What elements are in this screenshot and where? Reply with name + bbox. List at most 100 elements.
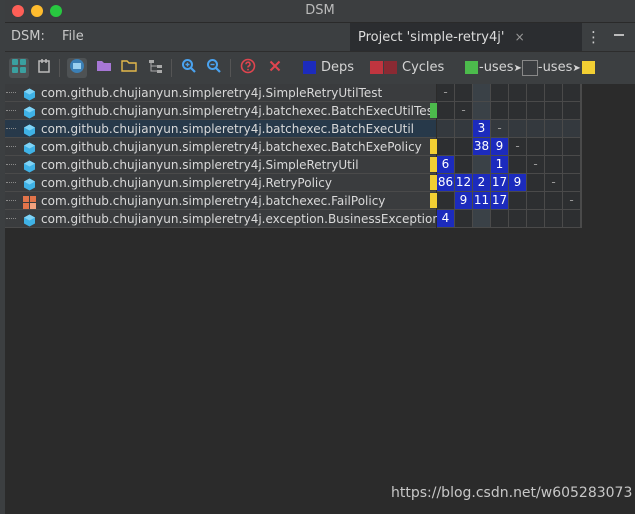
matrix-cell[interactable]: 86	[437, 174, 455, 192]
uses-marker	[430, 193, 437, 208]
matrix-cell[interactable]: 6	[437, 156, 455, 174]
matrix-cell[interactable]	[455, 210, 473, 228]
matrix-cell[interactable]	[563, 174, 581, 192]
matrix-cell[interactable]: 12	[455, 174, 473, 192]
dsm-window: DSM DSM: File '.../src/main/java/com/git…	[5, 0, 635, 514]
matrix-cell[interactable]	[563, 120, 581, 138]
hierarchy-icon[interactable]	[146, 58, 166, 78]
matrix-row[interactable]: com.github.chujianyun.simpleretry4j.batc…	[5, 138, 437, 156]
zoom-out-icon[interactable]	[204, 58, 224, 78]
expand-all-icon[interactable]	[9, 58, 29, 78]
matrix-cell[interactable]	[455, 156, 473, 174]
matrix-cell[interactable]	[527, 84, 545, 102]
matrix-row[interactable]: com.github.chujianyun.simpleretry4j.Simp…	[5, 84, 436, 102]
matrix-row[interactable]: com.github.chujianyun.simpleretry4j.batc…	[5, 102, 438, 120]
matrix-cell[interactable]	[509, 120, 527, 138]
matrix-cell[interactable]	[545, 192, 563, 210]
matrix-cell[interactable]: -	[437, 84, 455, 102]
matrix-cell[interactable]	[509, 210, 527, 228]
matrix-cell[interactable]	[509, 192, 527, 210]
matrix-cell[interactable]	[545, 156, 563, 174]
class-icon	[23, 158, 36, 173]
class-icon	[23, 122, 36, 137]
folder-purple-icon[interactable]	[94, 58, 114, 78]
matrix-cell[interactable]	[491, 102, 509, 120]
matrix-cell[interactable]	[455, 84, 473, 102]
matrix-cell[interactable]	[527, 120, 545, 138]
help-icon[interactable]	[238, 58, 258, 78]
matrix-cell[interactable]	[437, 192, 455, 210]
matrix-row-label: com.github.chujianyun.simpleretry4j.Simp…	[41, 158, 359, 172]
matrix-cell[interactable]	[473, 102, 491, 120]
matrix-row-label: com.github.chujianyun.simpleretry4j.Retr…	[41, 176, 332, 190]
title-bar: DSM	[5, 0, 635, 23]
matrix-cell[interactable]: 9	[491, 138, 509, 156]
enum-icon	[23, 194, 36, 209]
matrix-cell[interactable]: -	[491, 120, 509, 138]
matrix-cell[interactable]: 4	[437, 210, 455, 228]
tab-file[interactable]: File '.../src/main/java/com/github/chuji…	[54, 23, 344, 73]
matrix-cell[interactable]	[545, 84, 563, 102]
folder-icon[interactable]	[119, 58, 139, 78]
matrix-row[interactable]: com.github.chujianyun.simpleretry4j.batc…	[5, 192, 437, 210]
deps-label: Deps	[321, 60, 355, 75]
matrix-cell[interactable]	[437, 102, 455, 120]
more-options-icon[interactable]: ⋮	[586, 23, 601, 51]
matrix-row[interactable]: com.github.chujianyun.simpleretry4j.exce…	[5, 210, 440, 228]
matrix-cell[interactable]	[473, 210, 491, 228]
matrix-cell[interactable]	[437, 120, 455, 138]
matrix-cell[interactable]: 3	[473, 120, 491, 138]
matrix-row[interactable]: com.github.chujianyun.simpleretry4j.batc…	[5, 120, 436, 138]
matrix-cell[interactable]	[563, 102, 581, 120]
matrix-cell[interactable]: 17	[491, 174, 509, 192]
zoom-in-icon[interactable]	[179, 58, 199, 78]
close-icon[interactable]	[265, 58, 285, 78]
matrix-row-label: com.github.chujianyun.simpleretry4j.batc…	[41, 194, 386, 208]
matrix-cell[interactable]	[527, 102, 545, 120]
matrix-cell[interactable]: -	[545, 174, 563, 192]
matrix-cell[interactable]	[545, 102, 563, 120]
matrix-cell[interactable]	[563, 138, 581, 156]
tab-project[interactable]: Project 'simple-retry4j' ×	[350, 23, 582, 51]
matrix-row[interactable]: com.github.chujianyun.simpleretry4j.Simp…	[5, 156, 437, 174]
matrix-cell[interactable]: 17	[491, 192, 509, 210]
matrix-cell[interactable]	[473, 84, 491, 102]
matrix-cell[interactable]: 11	[473, 192, 491, 210]
matrix-cell[interactable]	[527, 138, 545, 156]
matrix-cell[interactable]: 9	[509, 174, 527, 192]
layout-icon[interactable]	[34, 58, 54, 78]
matrix-cell[interactable]	[527, 174, 545, 192]
matrix-cell[interactable]	[491, 210, 509, 228]
matrix-cell[interactable]	[491, 84, 509, 102]
matrix-cell[interactable]	[509, 84, 527, 102]
matrix-cell[interactable]	[563, 84, 581, 102]
matrix-cell[interactable]	[509, 102, 527, 120]
matrix-cell[interactable]	[563, 210, 581, 228]
matrix-cell[interactable]: -	[455, 102, 473, 120]
matrix-cell[interactable]: 2	[473, 174, 491, 192]
hide-panel-icon[interactable]	[611, 29, 627, 45]
matrix-cell[interactable]: -	[563, 192, 581, 210]
matrix-cell[interactable]	[563, 156, 581, 174]
matrix-cell[interactable]	[527, 210, 545, 228]
matrix-row[interactable]: com.github.chujianyun.simpleretry4j.Retr…	[5, 174, 437, 192]
matrix-cell[interactable]: 38	[473, 138, 491, 156]
matrix-cell[interactable]	[545, 120, 563, 138]
matrix-cell[interactable]: 9	[455, 192, 473, 210]
cycles-swatch	[370, 61, 383, 74]
cycles-swatch-dark	[384, 61, 397, 74]
matrix-cell[interactable]	[545, 210, 563, 228]
matrix-cell[interactable]	[455, 120, 473, 138]
matrix-cell[interactable]	[473, 156, 491, 174]
matrix-cell[interactable]: 1	[491, 156, 509, 174]
matrix-cell[interactable]	[455, 138, 473, 156]
tab-project-close-icon[interactable]: ×	[515, 30, 525, 44]
matrix-cell[interactable]: -	[527, 156, 545, 174]
module-icon[interactable]	[67, 58, 87, 78]
matrix-cell[interactable]	[437, 138, 455, 156]
matrix-cell[interactable]: -	[509, 138, 527, 156]
matrix-row-label: com.github.chujianyun.simpleretry4j.batc…	[41, 104, 438, 118]
matrix-cell[interactable]	[545, 138, 563, 156]
matrix-cell[interactable]	[527, 192, 545, 210]
matrix-cell[interactable]	[509, 156, 527, 174]
